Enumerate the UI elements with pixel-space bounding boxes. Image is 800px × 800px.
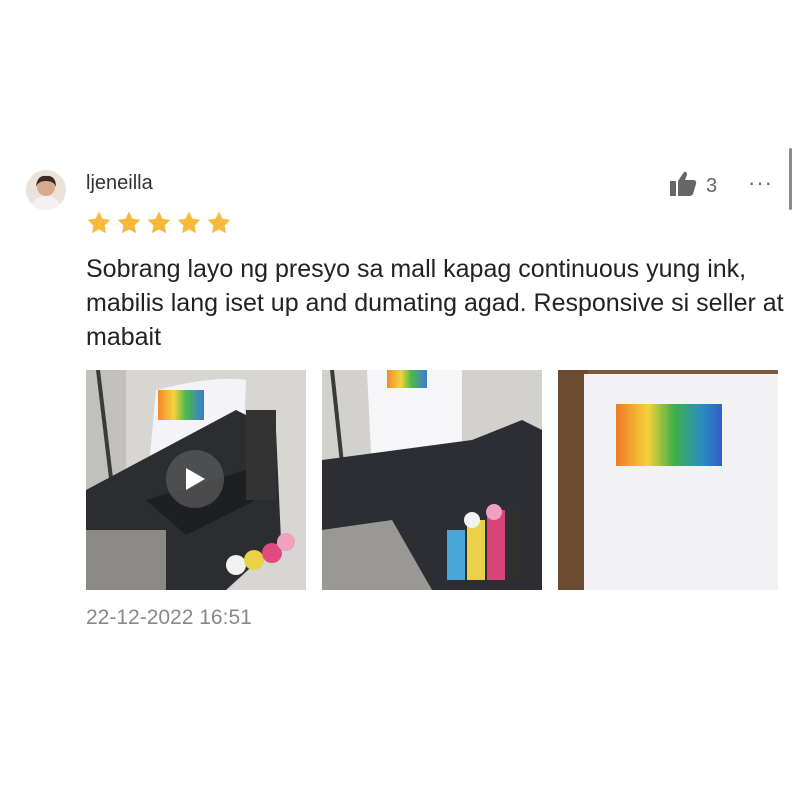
- star-icon: [147, 211, 171, 234]
- review-timestamp: 22-12-2022 16:51: [86, 606, 252, 629]
- play-button[interactable]: [166, 450, 224, 508]
- review-text: Sobrang layo ng presyo sa mall kapag con…: [86, 255, 784, 351]
- more-options-icon[interactable]: ···: [748, 170, 773, 196]
- star-icon: [87, 211, 111, 234]
- review-image[interactable]: [558, 370, 778, 590]
- star-icon: [177, 211, 201, 234]
- review-card: ljeneilla 3 ··· Sobrang layo ng presyo s…: [0, 0, 800, 800]
- like-count: 3: [706, 175, 718, 197]
- avatar[interactable]: [26, 170, 66, 210]
- rating-stars: [86, 210, 232, 236]
- review-image[interactable]: [322, 370, 542, 590]
- review-media: [86, 370, 778, 590]
- scrollbar[interactable]: [789, 148, 792, 210]
- star-icon: [207, 211, 231, 234]
- review-video-thumbnail[interactable]: [86, 370, 306, 590]
- reviewer-username[interactable]: ljeneilla: [86, 172, 153, 195]
- thumbs-up-icon: [668, 170, 698, 203]
- play-icon: [186, 468, 205, 490]
- like-button[interactable]: 3: [668, 170, 717, 203]
- star-icon: [117, 211, 141, 234]
